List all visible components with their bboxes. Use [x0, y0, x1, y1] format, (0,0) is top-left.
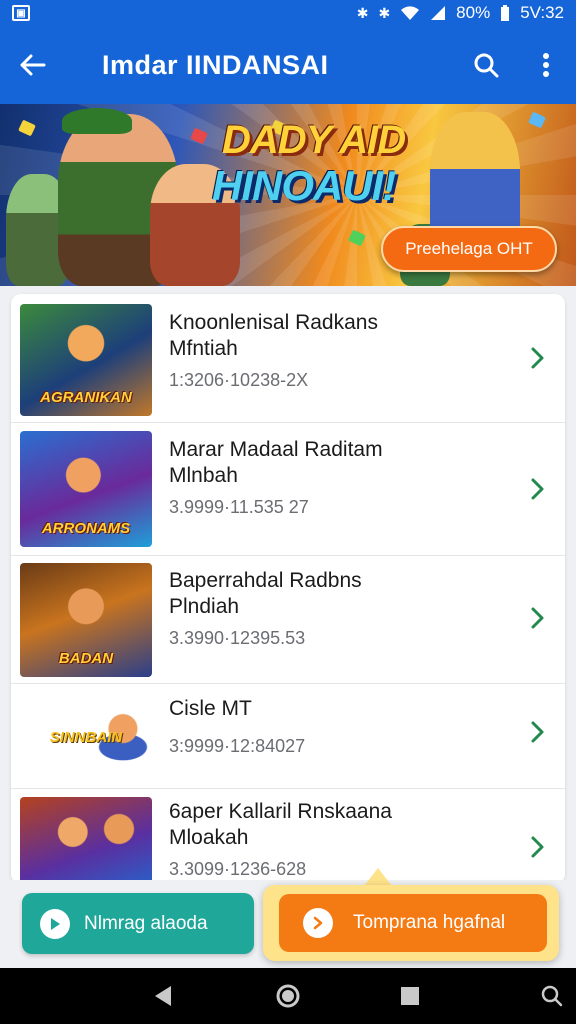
battery-icon — [501, 5, 510, 21]
promo-banner[interactable]: DADY AID HINOAUI! Preehelaga OHT — [0, 104, 576, 286]
more-vertical-icon — [543, 53, 549, 77]
primary-action-label: Tomprana hgafnal — [353, 912, 506, 933]
game-subtitle: Mlnbah — [169, 464, 238, 487]
app-bar: Imdar IINDANSAI — [0, 26, 576, 104]
nav-home-button[interactable] — [258, 968, 318, 1024]
game-meta: 1:3206·10238-2X — [169, 370, 309, 390]
game-thumbnail-title: ARRONAMS — [41, 520, 131, 537]
chevron-right-circle-icon — [303, 908, 333, 938]
game-meta: 3.9999·11.535 27 — [169, 497, 309, 517]
list-item[interactable]: 6aper Kallaril Rnskaana Mloakah 3.3099·1… — [11, 789, 565, 884]
game-thumbnail: ARRONAMS — [20, 431, 152, 547]
game-title: Knoonlenisal Radkans — [169, 311, 378, 334]
vibrate-icon: ✱ — [378, 4, 391, 21]
search-button[interactable] — [456, 26, 516, 104]
game-thumbnail-title: BADAN — [58, 650, 114, 667]
game-meta: 3:9999·12:84027 — [169, 736, 306, 756]
chevron-right-icon — [531, 721, 544, 743]
game-subtitle: Mloakah — [169, 826, 249, 849]
arrow-left-icon — [20, 54, 46, 76]
triangle-back-icon — [155, 986, 171, 1006]
banner-cta-button[interactable]: Preehelaga OHT — [381, 226, 557, 272]
status-bar: ▣ ✱ ✱ 80% 5V:32 — [0, 0, 576, 26]
game-title: Baperrahdal Radbns — [169, 569, 362, 592]
game-meta: 3.3990·12395.53 — [169, 628, 306, 648]
list-item[interactable]: AGRANIKAN Knoonlenisal Radkans Mfntiah 1… — [11, 294, 565, 423]
list-item[interactable]: ARRONAMS Marar Madaal Raditam Mlnbah 3.9… — [11, 423, 565, 556]
nav-recents-button[interactable] — [380, 968, 440, 1024]
square-recents-icon — [401, 987, 419, 1005]
chevron-right-icon — [531, 607, 544, 629]
game-thumbnail — [20, 797, 152, 884]
battery-level: 80% — [456, 3, 491, 22]
game-meta: 3.3099·1236-628 — [169, 859, 307, 879]
chevron-right-icon — [531, 347, 544, 369]
game-thumbnail-title: SINNBAIN — [49, 729, 123, 746]
nav-search-button[interactable] — [528, 968, 576, 1024]
game-subtitle: Mfntiah — [169, 337, 238, 360]
game-thumbnail: AGRANIKAN — [20, 304, 152, 416]
secondary-action-button[interactable]: Nlmrag alaoda — [22, 893, 254, 954]
bluetooth-icon: ✱ — [356, 4, 369, 21]
game-subtitle: Plndiah — [169, 595, 240, 618]
notification-icon: ▣ — [12, 5, 30, 21]
more-options-button[interactable] — [516, 26, 576, 104]
clock: 5V:32 — [520, 3, 564, 22]
game-title: 6aper Kallaril Rnskaana — [169, 800, 392, 823]
game-thumbnail: BADAN — [20, 563, 152, 677]
back-button[interactable] — [0, 26, 64, 104]
page-title: Imdar IINDANSAI — [102, 49, 329, 80]
search-icon — [541, 985, 563, 1007]
game-thumbnail: SINNBAIN — [20, 690, 152, 782]
list-item[interactable]: BADAN Baperrahdal Radbns Plndiah 3.3990·… — [11, 556, 565, 684]
banner-character-hat — [62, 108, 132, 134]
signal-icon — [431, 6, 446, 20]
highlight-pointer — [364, 868, 392, 886]
game-thumbnail-title: AGRANIKAN — [40, 389, 132, 406]
chevron-right-icon — [531, 478, 544, 500]
list-item[interactable]: SINNBAIN Cisle MT 3:9999·12:84027 — [11, 684, 565, 789]
play-icon — [40, 908, 70, 939]
circle-home-icon — [276, 984, 300, 1008]
nav-back-button[interactable] — [133, 968, 193, 1024]
game-title: Marar Madaal Raditam — [169, 438, 383, 461]
chevron-right-icon — [531, 836, 544, 858]
wifi-icon — [401, 6, 420, 20]
banner-logo-line1: DADY AID — [222, 118, 406, 162]
search-icon — [474, 53, 499, 78]
primary-action-button[interactable]: Tomprana hgafnal — [279, 894, 547, 952]
secondary-action-label: Nlmrag alaoda — [84, 912, 208, 934]
game-list: AGRANIKAN Knoonlenisal Radkans Mfntiah 1… — [11, 294, 565, 884]
game-title: Cisle MT — [169, 697, 252, 720]
banner-logo-line2: HINOAUI! — [212, 162, 396, 209]
